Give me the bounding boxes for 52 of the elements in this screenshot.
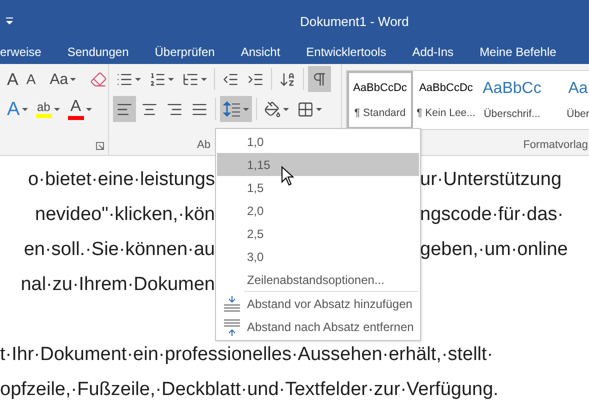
ribbon-tab[interactable]: Entwicklertools <box>293 42 400 62</box>
font-color-bar <box>68 116 84 120</box>
ribbon-tab[interactable]: Ansicht <box>228 42 294 62</box>
ribbon-tab[interactable]: Add-Ins <box>399 42 467 62</box>
menu-item[interactable]: 2,0 <box>217 199 419 222</box>
show-marks-button[interactable] <box>308 66 331 92</box>
menu-item[interactable]: 1,0 <box>217 130 419 153</box>
document-text: en·soll.·Sie·können·au <box>24 238 215 260</box>
document-text: ur·Unterstützung <box>420 168 563 190</box>
space-after-icon <box>223 319 241 336</box>
ribbon-tab[interactable]: erweise <box>0 42 54 62</box>
pilcrow-icon <box>311 70 328 88</box>
dialog-launcher-icon[interactable] <box>96 142 104 150</box>
paint-bucket-icon <box>264 100 281 118</box>
change-case-button[interactable]: Aa <box>46 66 80 92</box>
shrink-font-button[interactable]: A <box>23 66 39 92</box>
window-title: Dokument1 - Word <box>300 14 409 29</box>
quick-access-menu-icon[interactable] <box>6 17 14 25</box>
document-text: opfzeile,·Fußzeile,·Deckblatt·und·Textfelder·zur·Verfügung. <box>0 378 500 400</box>
font-color-button[interactable]: A <box>64 96 95 122</box>
mouse-pointer-icon <box>281 166 294 186</box>
align-left-button[interactable] <box>113 96 136 122</box>
ribbon-tab[interactable]: Meine Befehle <box>466 42 570 62</box>
menu-item[interactable]: Abstand nach Absatz entfernen <box>217 315 419 338</box>
document-text: ngscode·für·das· <box>420 204 565 226</box>
text-effects-button[interactable]: A <box>4 96 31 122</box>
sort-icon <box>279 70 296 88</box>
menu-item[interactable]: 1,5 <box>217 176 419 199</box>
ribbon-tab[interactable]: Überprüfen <box>142 42 228 62</box>
document-text: geben,·um·online <box>420 238 569 260</box>
document-text: nal·zu·Ihrem·Dokumen <box>20 274 215 296</box>
menu-item[interactable]: 2,5 <box>217 222 419 245</box>
line-spacing-button[interactable] <box>220 96 252 122</box>
line-spacing-icon <box>223 100 241 118</box>
group-label: Ab <box>197 139 210 151</box>
document-text: t·Ihr·Dokument·ein·professionelles·Aussehen·erhält,·stellt· <box>0 344 494 366</box>
numbered-list-icon <box>149 70 166 88</box>
grow-font-button[interactable]: A <box>4 66 22 92</box>
menu-item[interactable]: Zeilenabstandsoptionen... <box>217 268 419 291</box>
style-item[interactable]: AaBbCcDc ¶ Standard <box>347 71 413 129</box>
menu-item[interactable]: Abstand vor Absatz hinzufügen <box>217 292 419 315</box>
menu-item[interactable]: 1,15 <box>217 153 419 176</box>
menu-item[interactable]: 3,0 <box>217 245 419 268</box>
highlight-button[interactable]: ab <box>32 96 63 122</box>
border-grid-icon <box>297 100 314 118</box>
document-text: o·bietet·eine·leistungs <box>28 168 215 190</box>
ribbon-tab[interactable]: Sendungen <box>54 42 142 62</box>
space-before-icon <box>223 296 241 313</box>
document-text: nevideo"·klicken,·kön <box>35 204 215 226</box>
group-label: Formatvorlag <box>523 139 588 151</box>
eraser-icon <box>90 70 108 88</box>
highlight-color-bar <box>36 114 52 118</box>
